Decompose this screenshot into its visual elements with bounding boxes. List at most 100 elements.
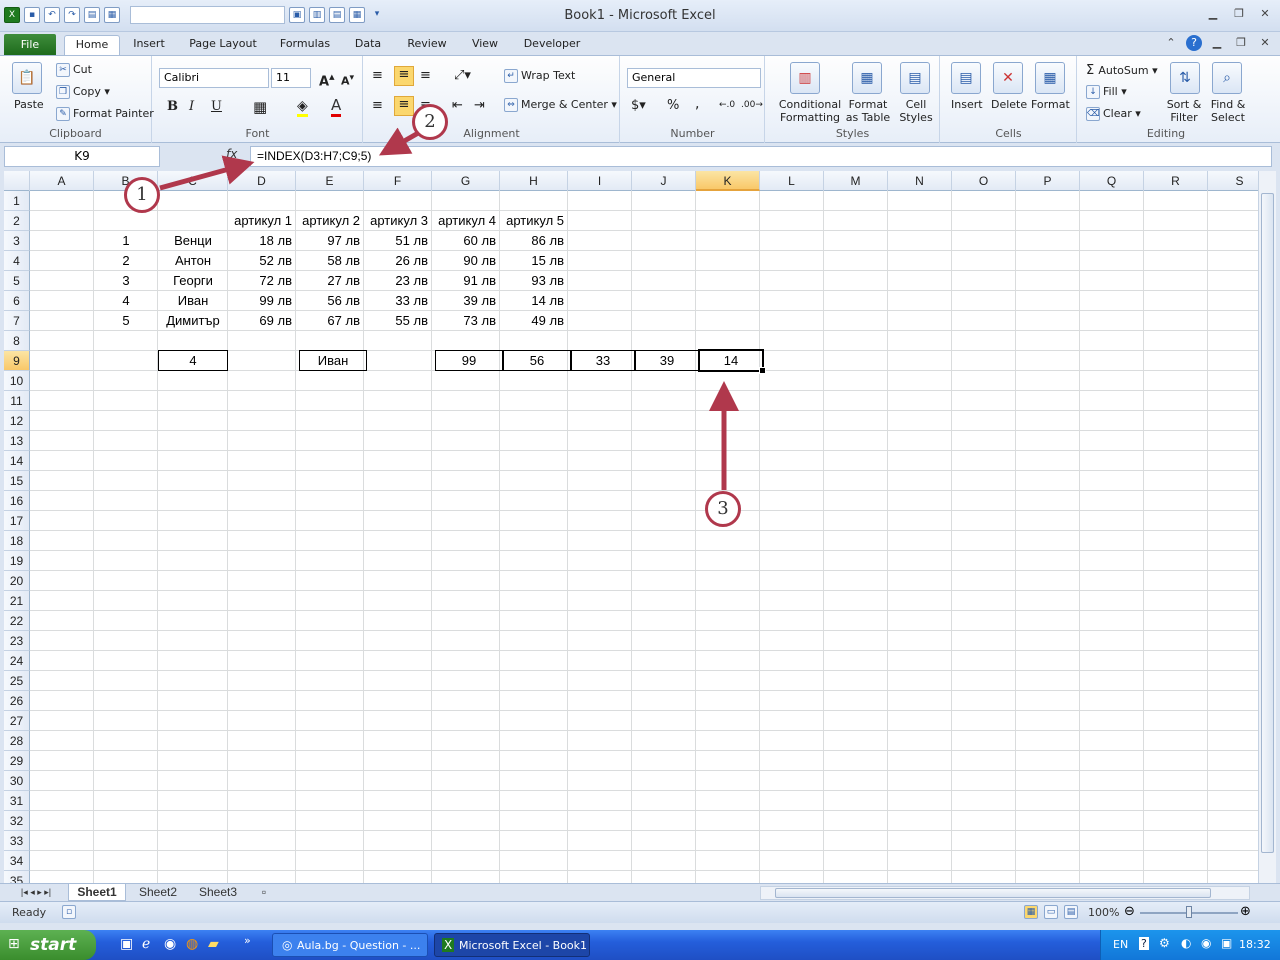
insert-function-icon[interactable]: fx [226,147,237,161]
quicklaunch-icon-3[interactable]: ◉ [164,936,176,952]
tab-insert[interactable]: Insert [126,35,172,55]
column-header-q[interactable]: Q [1080,171,1144,191]
cell-c3[interactable]: Венци [158,231,228,251]
borders-icon[interactable]: ▦ [253,98,267,116]
column-header-h[interactable]: H [500,171,568,191]
font-name-dropdown[interactable]: Calibri [159,68,269,88]
number-format-dropdown[interactable]: General [627,68,761,88]
column-header-s[interactable]: S [1208,171,1258,191]
cell-k9[interactable]: 14 [699,350,763,371]
row-header-26[interactable]: 26 [4,691,30,711]
page-layout-view-icon[interactable]: ▭ [1044,905,1058,919]
cell-d3[interactable]: 18 лв [228,231,296,251]
row-header-11[interactable]: 11 [4,391,30,411]
delete-cells-button[interactable]: Delete [991,98,1027,111]
format-cells-button[interactable]: Format [1031,98,1070,111]
conditional-formatting-icon[interactable]: ▥ [790,62,820,94]
row-header-34[interactable]: 34 [4,851,30,871]
cell-h9[interactable]: 56 [503,350,571,371]
row-header-4[interactable]: 4 [4,251,30,271]
row-header-10[interactable]: 10 [4,371,30,391]
tab-view[interactable]: View [464,35,506,55]
cell-b4[interactable]: 2 [94,251,158,271]
row-header-23[interactable]: 23 [4,631,30,651]
row-header-33[interactable]: 33 [4,831,30,851]
align-bottom-icon[interactable]: ≡ [420,68,431,83]
cell-h2[interactable]: артикул 5 [500,211,568,231]
wrap-text-button[interactable]: ↵ Wrap Text [504,69,575,83]
row-header-13[interactable]: 13 [4,431,30,451]
cell-styles-button[interactable]: Cell Styles [896,98,936,124]
row-header-8[interactable]: 8 [4,331,30,351]
column-header-r[interactable]: R [1144,171,1208,191]
row-header-18[interactable]: 18 [4,531,30,551]
accounting-format-icon[interactable]: $▾ [631,98,646,113]
column-header-i[interactable]: I [568,171,632,191]
align-center-icon[interactable]: ≡ [394,96,414,116]
row-header-12[interactable]: 12 [4,411,30,431]
find-select-button[interactable]: Find & Select [1206,98,1250,124]
page-break-view-icon[interactable]: ▤ [1064,905,1078,919]
cell-h7[interactable]: 49 лв [500,311,568,331]
cell-styles-icon[interactable]: ▤ [900,62,930,94]
shrink-font-icon[interactable]: A▾ [341,72,354,88]
cell-g5[interactable]: 91 лв [432,271,500,291]
increase-decimal-icon[interactable]: ←.0 [719,100,735,110]
autosum-button[interactable]: Σ AutoSum ▾ [1086,63,1158,78]
tab-home[interactable]: Home [64,35,120,55]
cells-area[interactable]: артикул 1 артикул 2 артикул 3 артикул 4 … [30,191,1258,883]
row-header-35[interactable]: 35 [4,871,30,883]
format-as-table-button[interactable]: Format as Table [844,98,892,124]
merge-center-button[interactable]: ⇔ Merge & Center ▾ [504,98,617,112]
cell-g2[interactable]: артикул 4 [432,211,500,231]
cell-f3[interactable]: 51 лв [364,231,432,251]
column-header-e[interactable]: E [296,171,364,191]
cell-c5[interactable]: Георги [158,271,228,291]
copy-button[interactable]: ❐ Copy ▾ [56,85,110,99]
cell-b5[interactable]: 3 [94,271,158,291]
cell-f5[interactable]: 23 лв [364,271,432,291]
column-header-l[interactable]: L [760,171,824,191]
font-color-icon[interactable]: A [331,96,342,117]
cell-f6[interactable]: 33 лв [364,291,432,311]
zoom-level[interactable]: 100% [1088,906,1119,919]
delete-cells-icon[interactable]: ✕ [993,62,1023,94]
row-header-7[interactable]: 7 [4,311,30,331]
horizontal-scroll-thumb[interactable] [775,888,1211,898]
formula-input[interactable]: =INDEX(D3:H7;C9;5) [250,146,1272,167]
column-header-o[interactable]: O [952,171,1016,191]
clear-button[interactable]: ⌫ Clear ▾ [1086,107,1141,121]
column-header-k[interactable]: K [696,171,760,191]
cell-c9[interactable]: 4 [158,350,228,371]
paste-button[interactable]: Paste [14,98,44,111]
row-header-1[interactable]: 1 [4,191,30,211]
zoom-in-icon[interactable]: ⊕ [1240,904,1251,919]
vertical-scrollbar[interactable] [1258,171,1276,883]
tray-icon-4[interactable]: ▣ [1221,936,1232,950]
row-header-6[interactable]: 6 [4,291,30,311]
cell-g9[interactable]: 99 [435,350,503,371]
tab-developer[interactable]: Developer [516,35,588,55]
help-tray-icon[interactable]: ? [1139,937,1149,950]
cell-e4[interactable]: 58 лв [296,251,364,271]
percent-button[interactable]: % [667,98,679,113]
doc-close-icon[interactable]: ✕ [1256,35,1274,51]
column-header-m[interactable]: M [824,171,888,191]
tab-page-layout[interactable]: Page Layout [182,35,264,55]
horizontal-scrollbar[interactable] [760,886,1250,900]
column-header-j[interactable]: J [632,171,696,191]
row-header-30[interactable]: 30 [4,771,30,791]
comma-button[interactable]: , [695,96,699,112]
quicklaunch-icon-2[interactable]: ℯ [142,936,150,952]
cell-f7[interactable]: 55 лв [364,311,432,331]
vertical-scroll-thumb[interactable] [1261,193,1274,853]
cell-g7[interactable]: 73 лв [432,311,500,331]
tray-icon-3[interactable]: ◉ [1201,936,1211,950]
cell-g4[interactable]: 90 лв [432,251,500,271]
zoom-slider-knob[interactable] [1186,906,1192,918]
column-header-d[interactable]: D [228,171,296,191]
insert-cells-button[interactable]: Insert [951,98,983,111]
insert-sheet-icon[interactable]: ▫ [252,884,276,901]
conditional-formatting-button[interactable]: Conditional Formatting [772,98,848,124]
decrease-indent-icon[interactable]: ⇤ [452,98,463,113]
